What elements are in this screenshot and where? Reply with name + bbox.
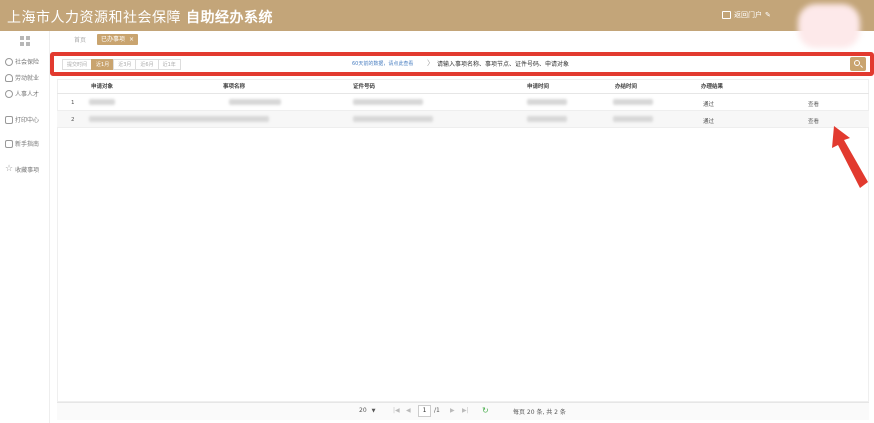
col-finish-time: 办结时间 bbox=[615, 84, 638, 90]
page-total: /1 bbox=[434, 407, 440, 414]
search-bar-highlight: 提交时间 近1月 近3月 近6月 近1年 60天前的数据，请点此查看 〉 请输入… bbox=[50, 52, 874, 76]
col-applicant: 申请对象 bbox=[91, 84, 114, 90]
tab-bar: 首页 已办事项 × bbox=[50, 31, 874, 48]
search-icon bbox=[854, 60, 860, 66]
sidebar-item-guide[interactable]: 新手指南 bbox=[5, 139, 39, 148]
sidebar-item-favorites[interactable]: ☆ 收藏事项 bbox=[5, 164, 39, 174]
chevron-down-icon: ▼ bbox=[371, 408, 376, 414]
redacted-applicant bbox=[89, 116, 269, 122]
app-title-bold: 自助经办系统 bbox=[185, 10, 273, 26]
next-page-button[interactable]: ▶ bbox=[450, 407, 455, 414]
tab-label: 已办事项 bbox=[101, 36, 126, 43]
portal-icon bbox=[722, 11, 731, 19]
col-apply-time: 申请时间 bbox=[527, 84, 550, 90]
table-row[interactable]: 1 通过 查看 bbox=[57, 94, 869, 111]
star-icon: ☆ bbox=[5, 164, 14, 174]
row-result: 通过 bbox=[703, 119, 715, 125]
row-index: 2 bbox=[71, 117, 75, 123]
redacted-finish-time bbox=[613, 116, 653, 122]
sidebar-item-label: 社会保险 bbox=[15, 59, 40, 66]
sidebar-item-personnel[interactable]: 人事人才 bbox=[5, 89, 39, 98]
refresh-icon[interactable]: ↻ bbox=[482, 406, 489, 415]
pagination: 20 ▼ |◀ ◀ 1 /1 ▶ ▶| ↻ 每页 20 条, 共 2 条 bbox=[57, 402, 869, 420]
person-icon bbox=[5, 73, 13, 82]
search-input[interactable]: 请输入事项名称、事项节点、证件号码、申请对象 bbox=[437, 59, 569, 68]
users-icon bbox=[5, 89, 13, 98]
app-title-prefix: 上海市人力资源和社会保障 bbox=[7, 10, 181, 26]
app-title: 上海市人力资源和社会保障 自助经办系统 bbox=[7, 7, 273, 27]
redacted-apply-time bbox=[527, 116, 567, 122]
sidebar-item-label: 收藏事项 bbox=[15, 166, 40, 174]
top-bar: 上海市人力资源和社会保障 自助经办系统 返回门户 ✎ bbox=[0, 0, 874, 48]
redacted-id-number bbox=[353, 99, 423, 105]
redacted-apply-time bbox=[527, 99, 567, 105]
sidebar: 社会保险 劳动就业 人事人才 打印中心 新手指南 ☆ 收藏事项 bbox=[0, 31, 50, 423]
redacted-finish-time bbox=[613, 99, 653, 105]
col-item-name: 事项名称 bbox=[223, 84, 246, 90]
printer-icon bbox=[5, 115, 13, 124]
completed-items-table: 申请对象 事项名称 证件号码 申请时间 办结时间 办理结果 1 通过 查看 2 … bbox=[57, 79, 869, 128]
annotation-arrow-icon bbox=[832, 126, 868, 188]
edit-icon: ✎ bbox=[765, 11, 771, 19]
book-icon bbox=[5, 139, 13, 148]
sidebar-item-print-center[interactable]: 打印中心 bbox=[5, 115, 39, 124]
grid-menu-icon[interactable] bbox=[20, 36, 30, 46]
page-number-input[interactable]: 1 bbox=[418, 405, 431, 417]
shield-icon bbox=[5, 57, 13, 66]
tab-home[interactable]: 首页 bbox=[74, 35, 86, 44]
older-data-link[interactable]: 60天前的数据，请点此查看 bbox=[352, 60, 413, 67]
sidebar-item-label: 新手指南 bbox=[15, 141, 40, 148]
first-page-button[interactable]: |◀ bbox=[393, 407, 400, 414]
portal-link[interactable]: 返回门户 ✎ bbox=[722, 10, 771, 20]
col-id-number: 证件号码 bbox=[353, 84, 376, 90]
table-row[interactable]: 2 通过 查看 bbox=[57, 111, 869, 128]
page-size-value: 20 bbox=[359, 407, 367, 414]
page-size-select[interactable]: 20 ▼ bbox=[359, 407, 375, 414]
sidebar-item-label: 人事人才 bbox=[15, 91, 40, 98]
sidebar-item-social-insurance[interactable]: 社会保险 bbox=[5, 57, 39, 66]
filter-1-month[interactable]: 近1月 bbox=[91, 59, 115, 70]
redacted-id-number bbox=[353, 116, 433, 122]
filter-label-submit-time: 提交时间 bbox=[62, 59, 93, 70]
time-filter-group: 提交时间 近1月 近3月 近6月 近1年 bbox=[62, 59, 181, 70]
redacted-item-name bbox=[229, 99, 281, 105]
sidebar-item-employment[interactable]: 劳动就业 bbox=[5, 73, 39, 82]
prev-page-button[interactable]: ◀ bbox=[406, 407, 411, 414]
tab-completed-items[interactable]: 已办事项 × bbox=[97, 34, 139, 45]
page-summary: 每页 20 条, 共 2 条 bbox=[513, 409, 566, 416]
view-link[interactable]: 查看 bbox=[808, 117, 819, 125]
filter-6-months[interactable]: 近6月 bbox=[135, 59, 159, 70]
sidebar-item-label: 打印中心 bbox=[15, 117, 40, 124]
row-index: 1 bbox=[71, 100, 75, 106]
col-result: 办理结果 bbox=[701, 84, 724, 90]
row-result: 通过 bbox=[703, 102, 715, 108]
close-icon[interactable]: × bbox=[129, 36, 134, 43]
chevron-right-icon: 〉 bbox=[427, 59, 434, 67]
sidebar-item-label: 劳动就业 bbox=[15, 75, 40, 82]
filter-1-year[interactable]: 近1年 bbox=[157, 59, 181, 70]
filter-3-months[interactable]: 近3月 bbox=[113, 59, 137, 70]
redacted-applicant bbox=[89, 99, 115, 105]
last-page-button[interactable]: ▶| bbox=[462, 407, 469, 414]
portal-link-label: 返回门户 bbox=[734, 11, 762, 19]
search-button[interactable] bbox=[850, 57, 866, 71]
table-header: 申请对象 事项名称 证件号码 申请时间 办结时间 办理结果 bbox=[57, 79, 869, 94]
view-link[interactable]: 查看 bbox=[808, 100, 819, 108]
